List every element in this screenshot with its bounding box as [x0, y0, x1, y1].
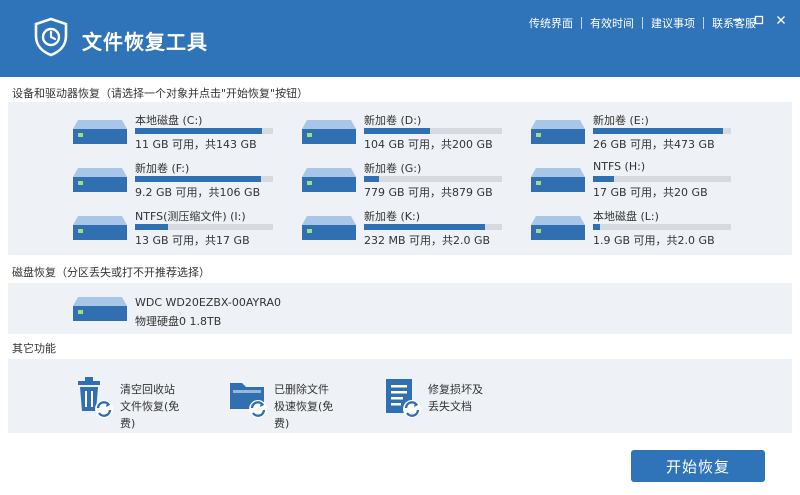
- link-valid-time[interactable]: 有效时间: [590, 15, 634, 31]
- usage-bar: [593, 128, 731, 134]
- hard-drive-icon: [531, 120, 585, 144]
- drive-name: 新加卷 (F:): [135, 162, 190, 175]
- usage-bar: [364, 176, 502, 182]
- maximize-icon: [754, 15, 764, 25]
- hard-disk-icon: [73, 297, 127, 321]
- drive-name: NTFS(测压缩文件) (I:): [135, 210, 246, 223]
- usage-bar-fill: [135, 128, 262, 134]
- disk-section-title: 磁盘恢复（分区丢失或打不开推荐选择）: [12, 266, 210, 279]
- link-classic-ui[interactable]: 传统界面: [529, 15, 573, 31]
- title-bar: 文件恢复工具 传统界面 有效时间 建议事项 联系客服: [0, 0, 800, 77]
- drive-capacity: 13 GB 可用，共17 GB: [135, 234, 250, 247]
- hard-drive-icon: [73, 216, 127, 240]
- drive-name: 新加卷 (D:): [364, 114, 422, 127]
- disk-panel: WDC WD20EZBX-00AYRA0 物理硬盘0 1.8TB: [8, 283, 792, 334]
- minimize-button[interactable]: [730, 12, 744, 28]
- shield-logo-icon: [34, 17, 68, 57]
- usage-bar-fill: [364, 224, 486, 230]
- drives-panel: 本地磁盘 (C:) 11 GB 可用，共143 GB 新加卷 (D:) 104 GB …: [8, 102, 792, 255]
- drive-name: 新加卷 (G:): [364, 162, 422, 175]
- hard-drive-icon: [302, 120, 356, 144]
- function-label: 清空回收站文件恢复(免费): [120, 383, 180, 430]
- usage-bar: [593, 224, 731, 230]
- drive-capacity: 779 GB 可用，共879 GB: [364, 186, 493, 199]
- hard-drive-icon: [531, 216, 585, 240]
- hard-drive-icon: [73, 120, 127, 144]
- usage-bar: [364, 128, 502, 134]
- drive-item[interactable]: 新加卷 (K:) 232 MB 可用，共2.0 GB: [301, 206, 511, 250]
- function-label: 已删除文件极速恢复(免费): [274, 383, 334, 430]
- close-icon: [777, 16, 785, 24]
- drive-item[interactable]: NTFS (H:) 17 GB 可用，共20 GB: [530, 158, 740, 202]
- usage-bar-fill: [593, 128, 723, 134]
- usage-bar: [364, 224, 502, 230]
- drive-name: 新加卷 (K:): [364, 210, 420, 223]
- drive-capacity: 1.9 GB 可用，共2.0 GB: [593, 234, 715, 247]
- usage-bar-fill: [593, 176, 614, 182]
- drive-item[interactable]: 本地磁盘 (L:) 1.9 GB 可用，共2.0 GB: [530, 206, 740, 250]
- drive-item[interactable]: 新加卷 (G:) 779 GB 可用，共879 GB: [301, 158, 511, 202]
- drive-item[interactable]: 新加卷 (F:) 9.2 GB 可用，共106 GB: [72, 158, 282, 202]
- drive-capacity: 17 GB 可用，共20 GB: [593, 186, 708, 199]
- usage-bar-fill: [135, 176, 261, 182]
- function-label: 修复损坏及丢失文档: [428, 383, 483, 413]
- drive-name: NTFS (H:): [593, 160, 646, 173]
- hard-drive-icon: [302, 216, 356, 240]
- usage-bar: [135, 176, 273, 182]
- disk-model: WDC WD20EZBX-00AYRA0: [135, 296, 281, 309]
- usage-bar: [593, 176, 731, 182]
- physical-disk-item[interactable]: WDC WD20EZBX-00AYRA0 物理硬盘0 1.8TB: [72, 287, 282, 331]
- app-title: 文件恢复工具: [82, 30, 208, 54]
- drive-item[interactable]: NTFS(测压缩文件) (I:) 13 GB 可用，共17 GB: [72, 206, 282, 250]
- usage-bar: [135, 128, 273, 134]
- usage-bar-fill: [135, 224, 169, 230]
- hard-drive-icon: [302, 168, 356, 192]
- functions-panel: 清空回收站文件恢复(免费) 已删除文件极速恢复(免费) 修复损坏及丢失文档: [8, 359, 792, 433]
- top-links: 传统界面 有效时间 建议事项 联系客服: [529, 15, 756, 31]
- drive-capacity: 11 GB 可用，共143 GB: [135, 138, 257, 151]
- minimize-icon: [733, 19, 741, 21]
- document-repair-icon: [386, 379, 421, 418]
- drive-item[interactable]: 新加卷 (D:) 104 GB 可用，共200 GB: [301, 110, 511, 154]
- link-suggestions[interactable]: 建议事项: [651, 15, 695, 31]
- other-section-title: 其它功能: [12, 342, 56, 355]
- window-controls: [730, 12, 788, 28]
- drive-item[interactable]: 新加卷 (E:) 26 GB 可用，共473 GB: [530, 110, 740, 154]
- drive-name: 新加卷 (E:): [593, 114, 649, 127]
- drive-name: 本地磁盘 (C:): [135, 114, 203, 127]
- drive-capacity: 26 GB 可用，共473 GB: [593, 138, 715, 151]
- start-recovery-button[interactable]: 开始恢复: [631, 450, 765, 482]
- drive-capacity: 232 MB 可用，共2.0 GB: [364, 234, 491, 247]
- usage-bar: [135, 224, 273, 230]
- divider: [581, 17, 582, 29]
- drive-item[interactable]: 本地磁盘 (C:) 11 GB 可用，共143 GB: [72, 110, 282, 154]
- disk-info: 物理硬盘0 1.8TB: [135, 315, 222, 328]
- usage-bar-fill: [364, 128, 431, 134]
- divider: [703, 17, 704, 29]
- drive-capacity: 9.2 GB 可用，共106 GB: [135, 186, 261, 199]
- hard-drive-icon: [73, 168, 127, 192]
- hard-drive-icon: [531, 168, 585, 192]
- drive-name: 本地磁盘 (L:): [593, 210, 659, 223]
- divider: [642, 17, 643, 29]
- recycle-bin-icon: [78, 377, 113, 418]
- folder-recover-icon: [230, 383, 267, 418]
- usage-bar-fill: [593, 224, 600, 230]
- usage-bar-fill: [364, 176, 380, 182]
- drive-capacity: 104 GB 可用，共200 GB: [364, 138, 493, 151]
- drives-section-title: 设备和驱动器恢复（请选择一个对象并点击"开始恢复"按钮）: [12, 87, 309, 100]
- close-button[interactable]: [774, 12, 788, 28]
- maximize-button[interactable]: [752, 12, 766, 28]
